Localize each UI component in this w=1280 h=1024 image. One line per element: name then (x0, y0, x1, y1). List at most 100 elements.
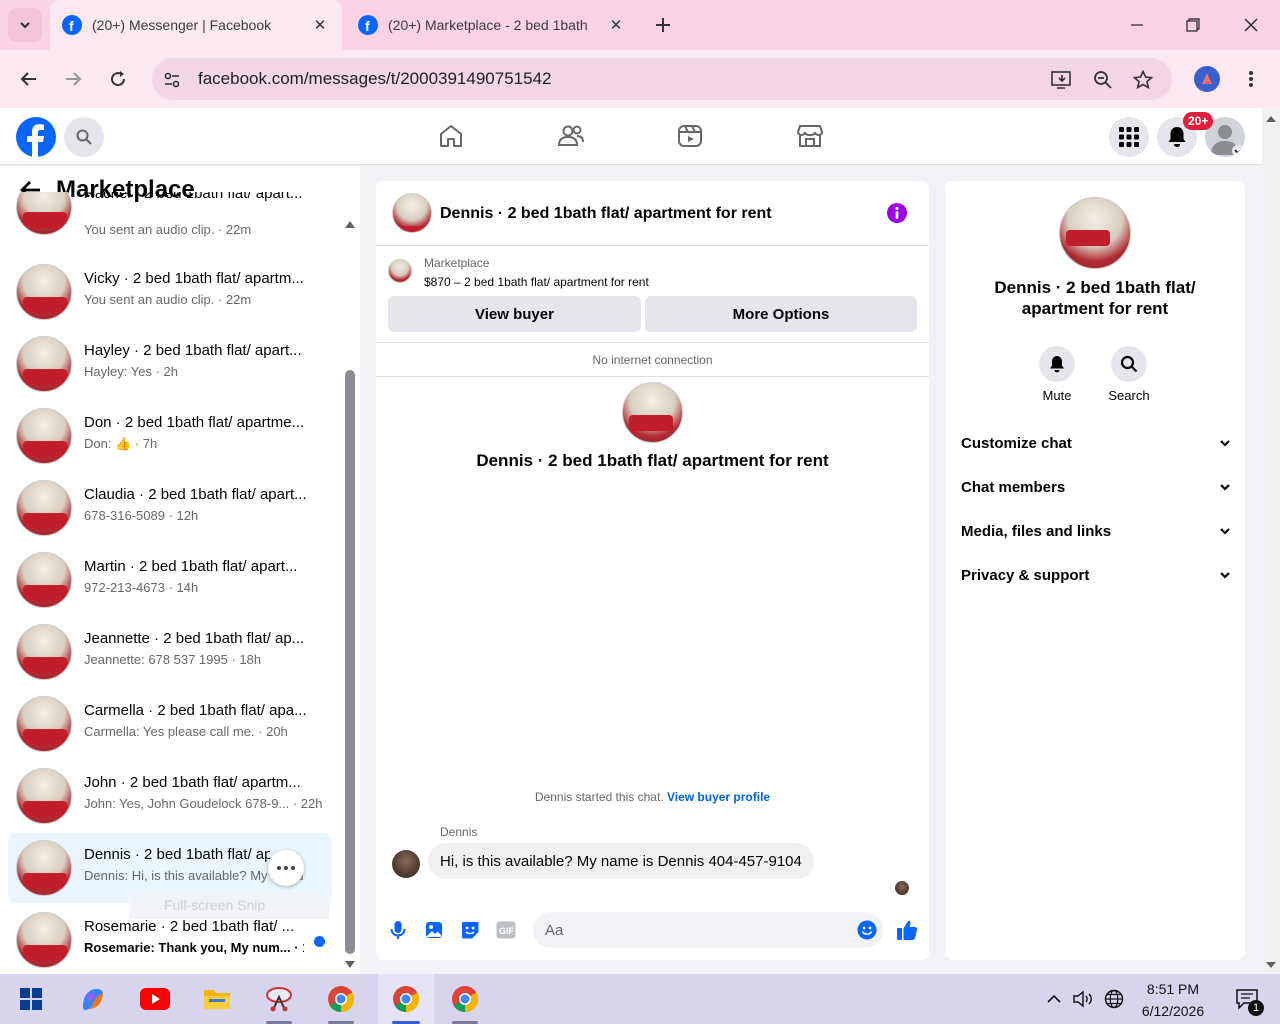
tab-search-button[interactable] (8, 8, 42, 42)
close-window-button[interactable] (1236, 10, 1266, 40)
attach-photo-button[interactable] (422, 918, 446, 942)
chrome-app[interactable] (316, 974, 366, 1024)
voice-clip-button[interactable] (386, 918, 410, 942)
bell-icon (1050, 356, 1064, 373)
nav-video[interactable] (670, 120, 710, 152)
snipping-tool-app[interactable] (254, 974, 304, 1024)
conversation-item[interactable]: Don · 2 bed 1bath flat/ apartme... Don: … (8, 401, 332, 471)
new-tab-button[interactable] (650, 12, 676, 38)
forward-button[interactable] (58, 64, 88, 94)
conversation-item[interactable]: Rachel · 2 bed 1bath flat/ apart... You … (8, 192, 332, 242)
page-scrollbar[interactable] (1262, 108, 1280, 974)
video-icon (678, 125, 702, 147)
system-clock[interactable]: 8:51 PM 6/12/2026 (1130, 978, 1216, 1022)
globe-icon (1104, 989, 1124, 1009)
close-tab-icon[interactable]: ✕ (606, 15, 626, 35)
profile-avatar-icon (1194, 66, 1220, 92)
conversation-item[interactable]: Vicky · 2 bed 1bath flat/ apartm... You … (8, 257, 332, 327)
view-buyer-button[interactable]: View buyer (388, 296, 641, 332)
snip-overlay-label: Full-screen Snip (130, 893, 330, 919)
restore-button[interactable] (1178, 10, 1208, 40)
conversation-item[interactable]: Claudia · 2 bed 1bath flat/ apart... 678… (8, 473, 332, 543)
more-options-button[interactable]: More Options (645, 296, 917, 332)
scroll-up-arrow[interactable] (344, 219, 356, 229)
tab-marketplace[interactable]: f (20+) Marketplace - 2 bed 1bath ✕ (346, 0, 638, 50)
browser-menu-button[interactable] (1236, 64, 1266, 94)
chrome-app-active[interactable] (378, 974, 434, 1024)
marketplace-label: Marketplace (424, 256, 490, 270)
conversation-item[interactable]: John · 2 bed 1bath flat/ apartm... John:… (8, 761, 332, 831)
chrome-app-2[interactable] (440, 974, 490, 1024)
nav-home[interactable] (431, 120, 471, 152)
sender-avatar[interactable] (392, 850, 420, 878)
conversation-item[interactable]: Hayley · 2 bed 1bath flat/ apart... Hayl… (8, 329, 332, 399)
chat-started-notice: Dennis started this chat. View buyer pro… (376, 790, 929, 804)
seen-indicator-avatar (895, 881, 909, 895)
nav-marketplace[interactable] (790, 120, 830, 152)
chat-avatar[interactable] (392, 193, 432, 233)
zoom-icon[interactable] (1091, 68, 1115, 92)
network-button[interactable] (1100, 974, 1128, 1024)
mute-button[interactable] (1039, 346, 1075, 382)
youtube-app[interactable] (130, 974, 180, 1024)
conversation-item[interactable]: Carmella · 2 bed 1bath flat/ apa... Carm… (8, 689, 332, 759)
conversation-more-button[interactable] (268, 850, 304, 886)
privacy-support-section[interactable]: Privacy & support (961, 555, 1231, 595)
notification-center-button[interactable]: 1 (1222, 974, 1272, 1024)
listing-avatar (16, 840, 72, 896)
mute-action[interactable]: Mute (1027, 346, 1087, 403)
emoji-icon (857, 920, 877, 940)
reload-icon (111, 71, 126, 87)
volume-button[interactable] (1070, 974, 1098, 1024)
install-app-icon[interactable] (1050, 68, 1074, 92)
clock-date: 6/12/2026 (1141, 1003, 1205, 1019)
address-bar[interactable]: facebook.com/messages/t/2000391490751542 (152, 58, 1172, 100)
info-title: Dennis · 2 bed 1bath flat/ apartment for… (994, 278, 1196, 318)
conversation-item[interactable]: Martin · 2 bed 1bath flat/ apart... 972-… (8, 545, 332, 615)
tab-messenger[interactable]: f (20+) Messenger | Facebook ✕ (50, 0, 342, 50)
search-in-chat-button[interactable] (1111, 346, 1147, 382)
chevron-down-icon (1220, 484, 1230, 491)
bookmark-star-icon[interactable] (1131, 68, 1155, 92)
customize-chat-section[interactable]: Customize chat (961, 423, 1231, 463)
chat-title[interactable]: Dennis · 2 bed 1bath flat/ apartment for… (440, 205, 772, 223)
profile-button[interactable] (1192, 64, 1222, 94)
scroll-down-arrow[interactable] (344, 959, 356, 969)
nav-friends[interactable] (551, 120, 591, 152)
listing-price-title[interactable]: $870 – 2 bed 1bath flat/ apartment for r… (424, 275, 649, 289)
search-label: Search (1108, 388, 1150, 403)
start-button[interactable] (6, 974, 56, 1024)
conversation-name: Claudia · 2 bed 1bath flat/ apart... (84, 486, 307, 503)
reload-button[interactable] (103, 64, 133, 94)
conversation-preview: 972-213-4673 · 14h (84, 580, 199, 595)
tray-overflow-button[interactable] (1040, 974, 1068, 1024)
search-button[interactable] (64, 117, 104, 157)
close-tab-icon[interactable]: ✕ (310, 15, 330, 35)
gif-button[interactable]: GIF (494, 918, 518, 942)
send-like-button[interactable] (895, 918, 919, 942)
media-files-links-section[interactable]: Media, files and links (961, 511, 1231, 551)
search-action[interactable]: Search (1099, 346, 1159, 403)
url-text[interactable]: facebook.com/messages/t/2000391490751542 (198, 69, 551, 89)
menu-button[interactable] (1109, 117, 1149, 157)
message-composer: GIF (376, 912, 929, 948)
view-buyer-profile-link[interactable]: View buyer profile (667, 790, 770, 804)
conversation-preview: John: Yes, John Goudelock 678-9... · 22h (84, 796, 323, 811)
info-button[interactable] (886, 202, 908, 224)
minimize-button[interactable] (1122, 10, 1152, 40)
facebook-logo-icon[interactable] (16, 117, 56, 157)
sidebar-scrollbar-thumb[interactable] (345, 370, 355, 954)
back-button[interactable] (14, 64, 44, 94)
message-bubble[interactable]: Hi, is this available? My name is Dennis… (428, 843, 814, 879)
listing-avatar (16, 768, 72, 824)
emoji-button[interactable] (855, 918, 879, 942)
chrome-icon (328, 986, 355, 1013)
copilot-app[interactable] (68, 974, 118, 1024)
conversation-item[interactable]: Jeannette · 2 bed 1bath flat/ ap... Jean… (8, 617, 332, 687)
site-info-icon[interactable] (160, 68, 184, 92)
conversation-preview: Jeannette: 678 537 1995 · 18h (84, 652, 262, 667)
chat-members-section[interactable]: Chat members (961, 467, 1231, 507)
message-input[interactable] (533, 912, 883, 948)
sticker-button[interactable] (458, 918, 482, 942)
file-explorer-app[interactable] (192, 974, 242, 1024)
